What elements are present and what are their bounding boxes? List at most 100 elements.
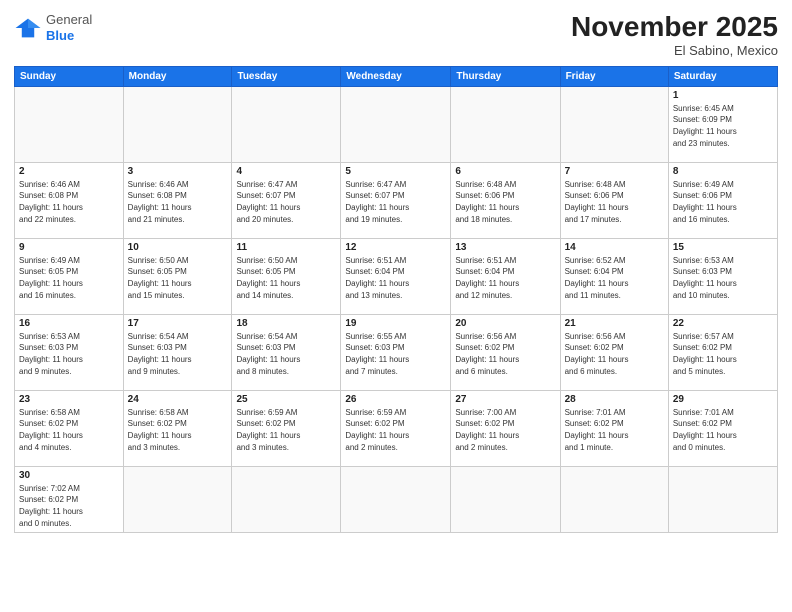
location-subtitle: El Sabino, Mexico [571, 43, 778, 58]
day-info: Sunrise: 6:50 AMSunset: 6:05 PMDaylight:… [128, 255, 228, 301]
col-monday: Monday [123, 66, 232, 86]
day-info: Sunrise: 6:47 AMSunset: 6:07 PMDaylight:… [345, 179, 446, 225]
col-tuesday: Tuesday [232, 66, 341, 86]
day-info: Sunrise: 6:50 AMSunset: 6:05 PMDaylight:… [236, 255, 336, 301]
table-row: 3Sunrise: 6:46 AMSunset: 6:08 PMDaylight… [123, 162, 232, 238]
day-number: 22 [673, 318, 773, 329]
day-info: Sunrise: 6:58 AMSunset: 6:02 PMDaylight:… [128, 407, 228, 453]
table-row: 11 Sunrise: 6:50 AMSunset: 6:05 PMDayligh… [232, 238, 341, 314]
day-number: 1 [673, 90, 773, 101]
logo-blue: Blue [46, 28, 74, 43]
day-info: Sunrise: 6:48 AMSunset: 6:06 PMDaylight:… [455, 179, 555, 225]
day-number: 3 [128, 166, 228, 177]
table-row [15, 86, 124, 162]
day-number: 25 [236, 394, 336, 405]
table-row: 25Sunrise: 6:59 AMSunset: 6:02 PMDayligh… [232, 390, 341, 466]
day-number: 19 [345, 318, 446, 329]
col-wednesday: Wednesday [341, 66, 451, 86]
table-row [560, 86, 668, 162]
table-row [560, 466, 668, 532]
day-info: Sunrise: 6:56 AMSunset: 6:02 PMDaylight:… [565, 331, 664, 377]
table-row: 18Sunrise: 6:54 AMSunset: 6:03 PMDayligh… [232, 314, 341, 390]
day-number: 8 [673, 166, 773, 177]
day-info: Sunrise: 7:01 AMSunset: 6:02 PMDaylight:… [565, 407, 664, 453]
table-row: 17 Sunrise: 6:54 AMSunset: 6:03 PMDayligh… [123, 314, 232, 390]
day-info: Sunrise: 7:00 AMSunset: 6:02 PMDaylight:… [455, 407, 555, 453]
table-row: 30 Sunrise: 7:02 AMSunset: 6:02 PMDayligh… [15, 466, 124, 532]
logo-icon [14, 17, 42, 39]
day-number: 21 [565, 318, 664, 329]
logo: General Blue [14, 12, 92, 43]
day-info: Sunrise: 6:56 AMSunset: 6:02 PMDaylight:… [455, 331, 555, 377]
day-number: 17 [128, 318, 228, 329]
table-row: 16 Sunrise: 6:53 AMSunset: 6:03 PMDayligh… [15, 314, 124, 390]
table-row: 5 Sunrise: 6:47 AMSunset: 6:07 PMDaylight… [341, 162, 451, 238]
table-row: 21 Sunrise: 6:56 AMSunset: 6:02 PMDayligh… [560, 314, 668, 390]
day-number: 23 [19, 394, 119, 405]
day-info: Sunrise: 6:54 AMSunset: 6:03 PMDaylight:… [128, 331, 228, 377]
table-row: 19 Sunrise: 6:55 AMSunset: 6:03 PMDayligh… [341, 314, 451, 390]
day-number: 30 [19, 470, 119, 481]
day-number: 28 [565, 394, 664, 405]
table-row [232, 86, 341, 162]
day-info: Sunrise: 7:01 AMSunset: 6:02 PMDaylight:… [673, 407, 773, 453]
day-info: Sunrise: 6:53 AMSunset: 6:03 PMDaylight:… [673, 255, 773, 301]
table-row [341, 466, 451, 532]
table-row: 14 Sunrise: 6:52 AMSunset: 6:04 PMDayligh… [560, 238, 668, 314]
table-row: 26 Sunrise: 6:59 AMSunset: 6:02 PMDayligh… [341, 390, 451, 466]
day-info: Sunrise: 6:51 AMSunset: 6:04 PMDaylight:… [345, 255, 446, 301]
day-number: 13 [455, 242, 555, 253]
day-number: 24 [128, 394, 228, 405]
day-number: 9 [19, 242, 119, 253]
table-row: 2Sunrise: 6:46 AMSunset: 6:08 PMDaylight… [15, 162, 124, 238]
day-info: Sunrise: 6:59 AMSunset: 6:02 PMDaylight:… [345, 407, 446, 453]
day-info: Sunrise: 6:58 AMSunset: 6:02 PMDaylight:… [19, 407, 119, 453]
table-row: 28 Sunrise: 7:01 AMSunset: 6:02 PMDayligh… [560, 390, 668, 466]
day-info: Sunrise: 6:55 AMSunset: 6:03 PMDaylight:… [345, 331, 446, 377]
day-info: Sunrise: 6:45 AMSunset: 6:09 PMDaylight:… [673, 103, 773, 149]
day-number: 14 [565, 242, 664, 253]
day-number: 4 [236, 166, 336, 177]
month-title: November 2025 [571, 12, 778, 43]
table-row [451, 466, 560, 532]
day-number: 2 [19, 166, 119, 177]
day-info: Sunrise: 6:48 AMSunset: 6:06 PMDaylight:… [565, 179, 664, 225]
day-number: 20 [455, 318, 555, 329]
table-row [232, 466, 341, 532]
day-info: Sunrise: 6:54 AMSunset: 6:03 PMDaylight:… [236, 331, 336, 377]
day-number: 10 [128, 242, 228, 253]
table-row: 13Sunrise: 6:51 AMSunset: 6:04 PMDayligh… [451, 238, 560, 314]
day-info: Sunrise: 6:49 AMSunset: 6:06 PMDaylight:… [673, 179, 773, 225]
page: General Blue November 2025 El Sabino, Me… [0, 0, 792, 612]
day-info: Sunrise: 6:49 AMSunset: 6:05 PMDaylight:… [19, 255, 119, 301]
table-row: 6Sunrise: 6:48 AMSunset: 6:06 PMDaylight… [451, 162, 560, 238]
table-row: 8 Sunrise: 6:49 AMSunset: 6:06 PMDaylight… [668, 162, 777, 238]
table-row: 22Sunrise: 6:57 AMSunset: 6:02 PMDayligh… [668, 314, 777, 390]
table-row: 23 Sunrise: 6:58 AMSunset: 6:02 PMDayligh… [15, 390, 124, 466]
title-block: November 2025 El Sabino, Mexico [571, 12, 778, 58]
table-row: 4 Sunrise: 6:47 AMSunset: 6:07 PMDaylight… [232, 162, 341, 238]
table-row [668, 466, 777, 532]
table-row: 24 Sunrise: 6:58 AMSunset: 6:02 PMDayligh… [123, 390, 232, 466]
day-info: Sunrise: 7:02 AMSunset: 6:02 PMDaylight:… [19, 483, 119, 529]
col-saturday: Saturday [668, 66, 777, 86]
table-row [341, 86, 451, 162]
logo-text: General Blue [46, 12, 92, 43]
day-number: 5 [345, 166, 446, 177]
table-row: 15Sunrise: 6:53 AMSunset: 6:03 PMDayligh… [668, 238, 777, 314]
day-info: Sunrise: 6:47 AMSunset: 6:07 PMDaylight:… [236, 179, 336, 225]
day-number: 11 [236, 242, 336, 253]
day-info: Sunrise: 6:53 AMSunset: 6:03 PMDaylight:… [19, 331, 119, 377]
table-row: 20 Sunrise: 6:56 AMSunset: 6:02 PMDayligh… [451, 314, 560, 390]
day-number: 26 [345, 394, 446, 405]
table-row [123, 86, 232, 162]
day-number: 16 [19, 318, 119, 329]
table-row [123, 466, 232, 532]
table-row: 7Sunrise: 6:48 AMSunset: 6:06 PMDaylight… [560, 162, 668, 238]
col-thursday: Thursday [451, 66, 560, 86]
col-sunday: Sunday [15, 66, 124, 86]
day-number: 29 [673, 394, 773, 405]
day-info: Sunrise: 6:52 AMSunset: 6:04 PMDaylight:… [565, 255, 664, 301]
col-friday: Friday [560, 66, 668, 86]
table-row: 27Sunrise: 7:00 AMSunset: 6:02 PMDayligh… [451, 390, 560, 466]
